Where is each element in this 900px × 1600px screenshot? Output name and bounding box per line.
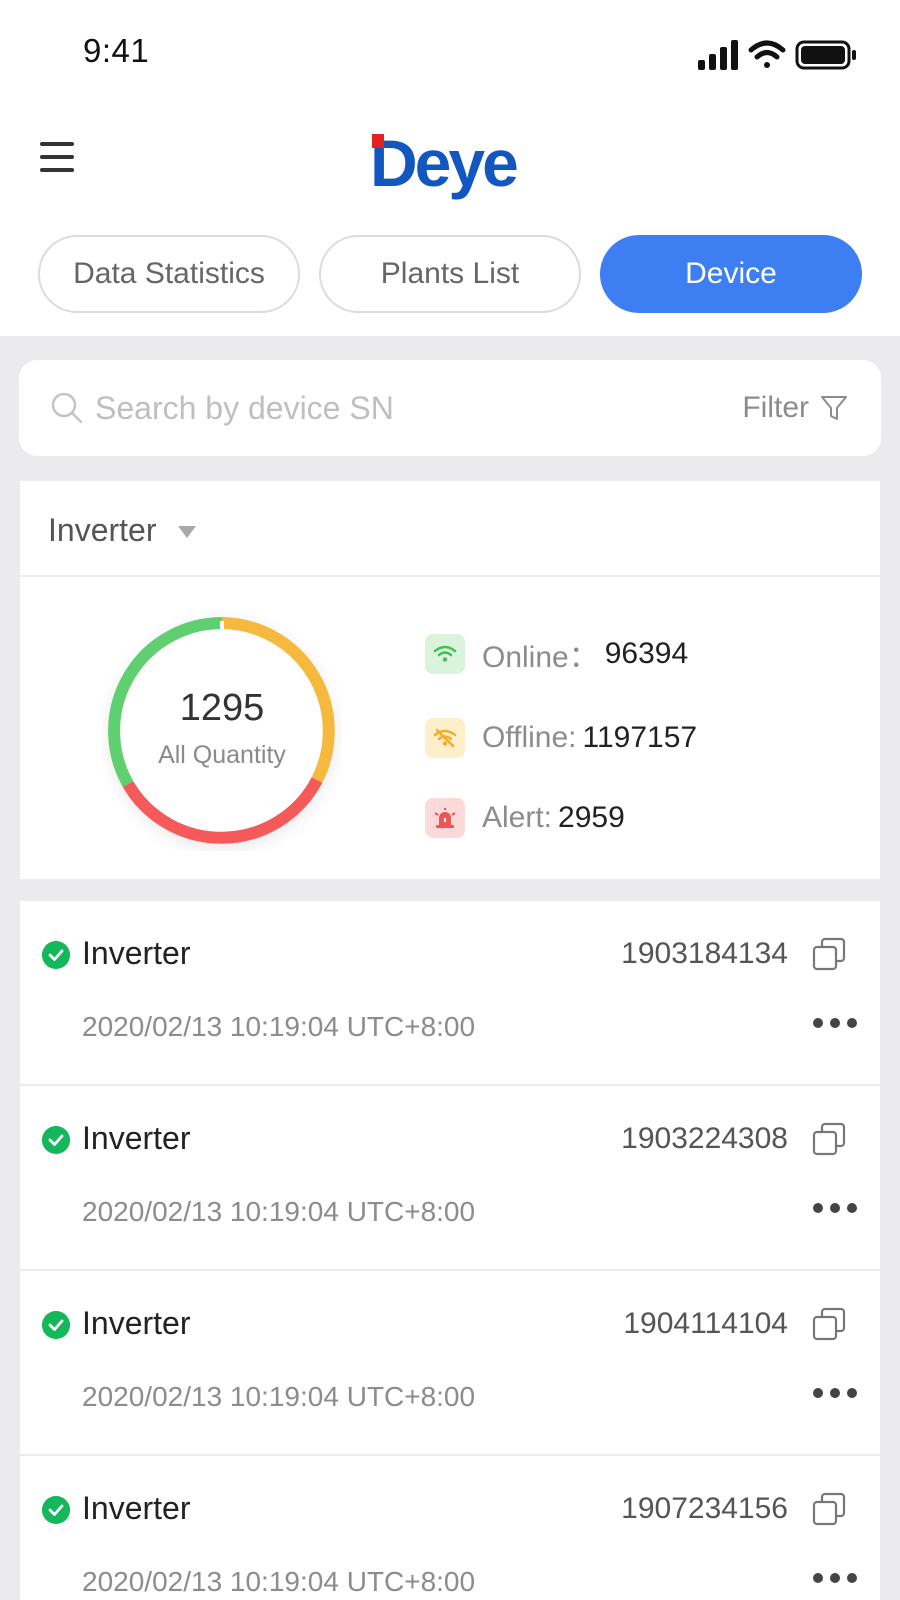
tab-bar: Data Statistics Plants List Device [38, 235, 862, 313]
battery-icon [795, 40, 856, 70]
device-sn: 1903224308 [621, 1122, 788, 1155]
logo-text: Deye [370, 126, 519, 200]
online-label: Online： [482, 641, 599, 674]
wifi-off-icon [425, 718, 465, 758]
search-input[interactable] [95, 382, 655, 434]
wifi-icon [748, 40, 786, 68]
logo-mark [372, 134, 384, 148]
total-quantity: 1295 [179, 687, 265, 729]
brand-logo: Deye [370, 128, 540, 198]
alert-label: Alert: [482, 801, 553, 834]
tab-plants-list[interactable]: Plants List [319, 235, 581, 313]
device-time: 2020/02/13 10:19:04 UTC+8:00 [82, 1566, 476, 1597]
more-icon[interactable] [812, 1568, 858, 1588]
wifi-icon [425, 634, 465, 674]
check-circle-icon [42, 1496, 70, 1524]
device-summary-card: Inverter 1295 All Quantity Online： 96394… [20, 481, 880, 879]
offline-label: Offline: [482, 721, 577, 754]
search-icon [51, 392, 83, 424]
filter-label: Filter [742, 391, 809, 424]
status-icons [696, 38, 866, 72]
device-type-dropdown[interactable]: Inverter [48, 507, 197, 553]
check-circle-icon [42, 941, 70, 969]
online-stat: Online： 96394 [425, 633, 688, 675]
device-name: Inverter [82, 1490, 191, 1526]
copy-icon[interactable] [812, 1122, 846, 1156]
device-sn: 1904114104 [623, 1307, 788, 1340]
online-value: 96394 [604, 637, 689, 670]
device-row[interactable]: Inverter 1903224308 2020/02/13 10:19:04 … [20, 1086, 880, 1271]
device-name: Inverter [82, 1305, 191, 1341]
filter-icon [821, 396, 847, 420]
quantity-ring-chart: 1295 All Quantity [102, 611, 342, 851]
device-type-label: Inverter [48, 511, 157, 548]
device-row[interactable]: Inverter 1903184134 2020/02/13 10:19:04 … [20, 901, 880, 1086]
check-circle-icon [42, 1311, 70, 1339]
tab-device[interactable]: Device [600, 235, 862, 313]
device-sn: 1907234156 [621, 1492, 788, 1525]
copy-icon[interactable] [812, 1492, 846, 1526]
summary-header: Inverter [20, 481, 880, 577]
copy-icon[interactable] [812, 937, 846, 971]
alarm-icon [425, 798, 465, 838]
menu-icon[interactable] [40, 142, 76, 172]
device-list: Inverter 1903184134 2020/02/13 10:19:04 … [20, 901, 880, 1600]
more-icon[interactable] [812, 1383, 858, 1403]
top-bar: 9:41 Deye Data Statistics Plants List De… [0, 0, 900, 336]
signal-icon [698, 40, 738, 70]
device-row[interactable]: Inverter 1904114104 2020/02/13 10:19:04 … [20, 1271, 880, 1456]
device-sn: 1903184134 [621, 937, 788, 970]
caret-down-icon [178, 526, 197, 538]
offline-stat: Offline: 1197157 [425, 717, 697, 759]
more-icon[interactable] [812, 1013, 858, 1033]
tab-data-statistics[interactable]: Data Statistics [38, 235, 300, 313]
copy-icon[interactable] [812, 1307, 846, 1341]
offline-value: 1197157 [582, 721, 698, 754]
more-icon[interactable] [812, 1198, 858, 1218]
total-quantity-label: All Quantity [158, 741, 286, 769]
alert-stat: Alert: 2959 [425, 797, 625, 839]
device-time: 2020/02/13 10:19:04 UTC+8:00 [82, 1196, 476, 1227]
status-time: 9:41 [83, 32, 150, 69]
check-circle-icon [42, 1126, 70, 1154]
device-time: 2020/02/13 10:19:04 UTC+8:00 [82, 1011, 476, 1042]
alert-value: 2959 [558, 801, 625, 834]
filter-button[interactable]: Filter [742, 386, 849, 430]
device-name: Inverter [82, 1120, 191, 1156]
device-time: 2020/02/13 10:19:04 UTC+8:00 [82, 1381, 476, 1412]
device-name: Inverter [82, 935, 191, 971]
search-bar: Filter [19, 360, 881, 456]
device-row[interactable]: Inverter 1907234156 2020/02/13 10:19:04 … [20, 1456, 880, 1600]
